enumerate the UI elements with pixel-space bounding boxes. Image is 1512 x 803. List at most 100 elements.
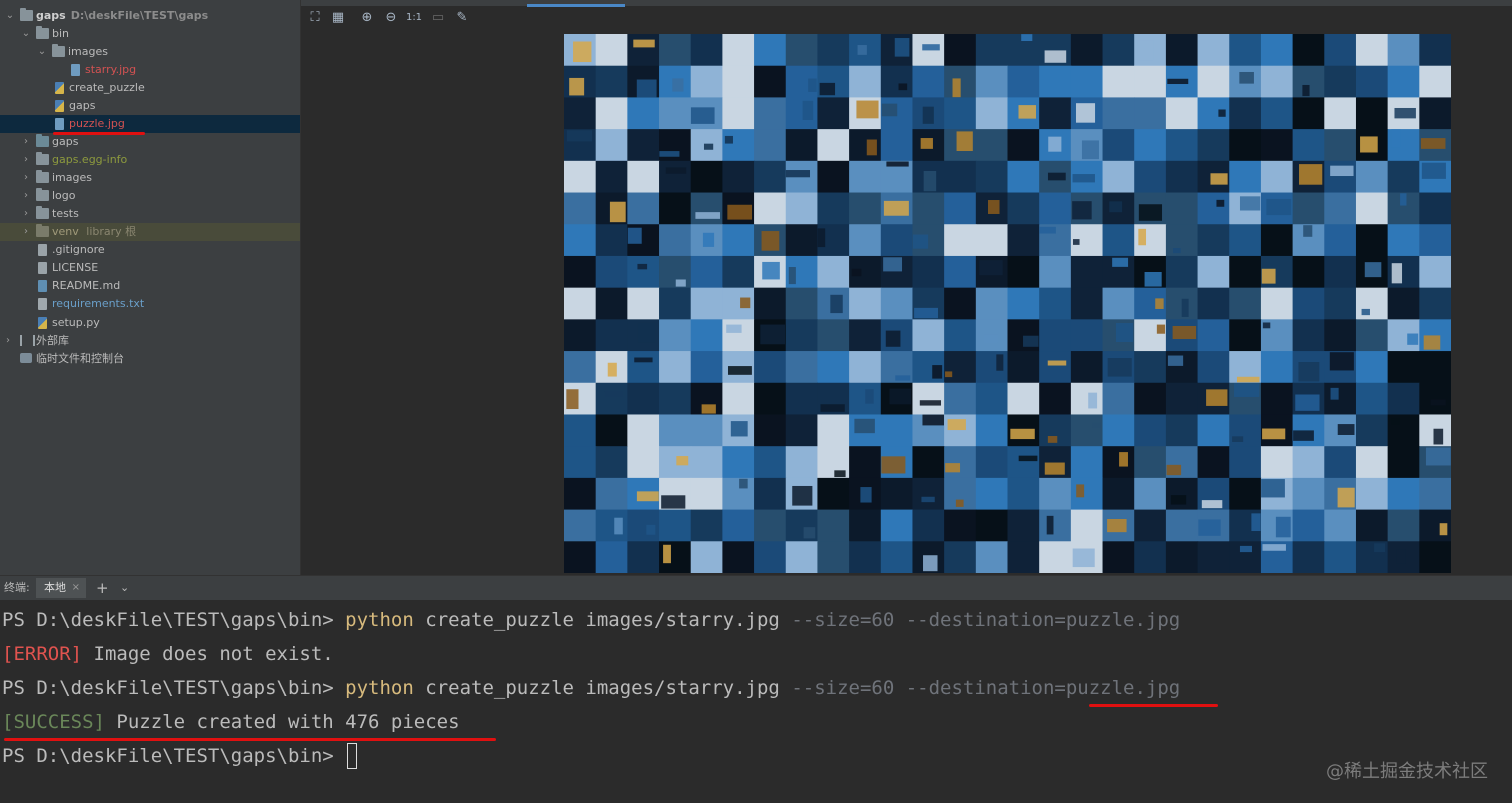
puzzle-piece <box>1165 129 1199 162</box>
puzzle-piece <box>1260 160 1294 194</box>
chevron-right-icon[interactable]: › <box>20 205 32 223</box>
puzzle-piece-detail <box>695 212 720 219</box>
annotation-underline <box>4 738 496 741</box>
puzzle-piece <box>627 287 660 320</box>
puzzle-piece <box>722 97 755 130</box>
puzzle-piece <box>1007 287 1040 320</box>
tree-item-setup-py[interactable]: setup.py <box>0 314 300 332</box>
terminal-output[interactable]: PS D:\deskFile\TEST\gaps\bin> python cre… <box>0 600 1512 803</box>
puzzle-piece <box>1134 319 1167 352</box>
tree-item-logo[interactable]: › logo <box>0 187 300 205</box>
puzzle-piece-detail <box>1421 162 1446 179</box>
tree-item-external-libraries[interactable]: › 外部库 <box>0 332 300 350</box>
puzzle-piece <box>595 65 628 99</box>
puzzle-piece <box>722 541 755 573</box>
puzzle-piece <box>690 351 723 384</box>
puzzle-piece <box>1070 509 1104 542</box>
puzzle-piece <box>722 509 755 542</box>
tree-item-images[interactable]: › images <box>0 169 300 187</box>
puzzle-piece-detail <box>956 131 973 152</box>
chevron-down-icon[interactable]: ⌄ <box>4 7 16 25</box>
text-file-icon <box>38 244 47 256</box>
chevron-right-icon[interactable]: › <box>20 187 32 205</box>
puzzle-piece-detail <box>881 456 906 474</box>
chevron-down-icon[interactable]: ⌄ <box>20 25 32 43</box>
tree-item-readme[interactable]: README.md <box>0 277 300 295</box>
tree-item-label: gaps <box>69 99 96 112</box>
tree-item-egg-info[interactable]: › gaps.egg-info <box>0 151 300 169</box>
zoom-out-icon[interactable]: ⊖ <box>382 8 400 28</box>
chevron-right-icon[interactable]: › <box>20 169 32 187</box>
color-picker-icon[interactable]: ✎ <box>453 8 471 28</box>
puzzle-piece <box>659 255 692 289</box>
puzzle-piece <box>785 34 819 67</box>
fit-to-window-icon[interactable]: ⛶ <box>306 8 324 28</box>
zoom-in-icon[interactable]: ⊕ <box>358 8 376 28</box>
folder-icon <box>36 152 49 165</box>
tree-item-starry-jpg[interactable]: starry.jpg <box>0 61 300 79</box>
puzzle-piece <box>1229 129 1262 162</box>
puzzle-piece <box>1387 287 1420 320</box>
tree-item-license[interactable]: LICENSE <box>0 259 300 277</box>
puzzle-piece-detail <box>1261 268 1276 284</box>
chevron-right-icon[interactable]: › <box>2 332 14 350</box>
chevron-down-icon[interactable]: ⌄ <box>36 43 48 61</box>
puzzle-piece-detail <box>1361 308 1370 316</box>
tree-item-gitignore[interactable]: .gitignore <box>0 241 300 259</box>
background-icon[interactable]: ▭ <box>429 8 447 28</box>
puzzle-piece-detail <box>1046 515 1054 535</box>
puzzle-piece-detail <box>1299 164 1323 185</box>
puzzle-piece <box>1292 477 1325 511</box>
tree-item-bin-images[interactable]: ⌄ images <box>0 43 300 61</box>
tree-item-create-puzzle[interactable]: create_puzzle <box>0 79 300 97</box>
tree-item-tests[interactable]: › tests <box>0 205 300 223</box>
terminal-options: --size=60 --destination=puzzle.jpg <box>791 609 1181 631</box>
tree-item-label: .gitignore <box>52 243 105 256</box>
tree-item-venv[interactable]: › venv library 根 <box>0 223 300 241</box>
tree-item-label: images <box>52 171 92 184</box>
actual-size-icon[interactable]: 1:1 <box>405 8 423 28</box>
puzzle-piece-detail <box>898 83 908 91</box>
puzzle-piece <box>1102 477 1135 511</box>
puzzle-piece-detail <box>1275 516 1291 538</box>
terminal-tab-local[interactable]: 本地 × <box>36 578 86 598</box>
puzzle-piece-detail <box>1167 355 1184 366</box>
tree-item-label: 外部库 <box>36 334 69 347</box>
add-terminal-icon[interactable]: + <box>96 576 109 600</box>
close-icon[interactable]: × <box>72 578 80 598</box>
chevron-down-icon[interactable]: ⌄ <box>120 576 129 600</box>
tree-item-requirements[interactable]: requirements.txt <box>0 295 300 313</box>
puzzle-piece <box>1039 351 1072 384</box>
tree-item-puzzle-jpg[interactable]: puzzle.jpg <box>0 115 300 133</box>
puzzle-piece <box>1387 34 1420 67</box>
tree-item-bin[interactable]: ⌄ bin <box>0 25 300 43</box>
puzzle-piece-detail <box>955 499 964 507</box>
puzzle-piece <box>722 255 755 289</box>
puzzle-piece <box>754 129 787 162</box>
grid-icon[interactable]: ▦ <box>329 8 347 28</box>
chevron-right-icon[interactable]: › <box>20 151 32 169</box>
puzzle-piece-detail <box>1047 360 1067 366</box>
puzzle-piece <box>1292 446 1325 479</box>
folder-icon <box>36 224 49 237</box>
puzzle-piece <box>1102 65 1135 99</box>
puzzle-piece-detail <box>1107 518 1127 533</box>
chevron-right-icon[interactable]: › <box>20 133 32 151</box>
puzzle-piece-detail <box>665 167 687 174</box>
puzzle-piece-detail <box>854 418 875 434</box>
puzzle-piece <box>1070 287 1104 320</box>
tree-item-gaps-root[interactable]: ⌄ gaps D:\deskFile\TEST\gaps <box>0 7 300 25</box>
puzzle-piece-detail <box>923 555 938 572</box>
puzzle-piece <box>595 382 628 416</box>
puzzle-piece <box>1292 192 1325 225</box>
tree-item-gaps-package[interactable]: › gaps <box>0 133 300 151</box>
puzzle-piece <box>1197 34 1230 67</box>
puzzle-piece-detail <box>945 463 961 473</box>
puzzle-piece <box>1355 319 1389 352</box>
puzzle-piece-detail <box>914 307 938 319</box>
tree-item-gaps-script[interactable]: gaps <box>0 97 300 115</box>
puzzle-piece <box>1165 255 1199 289</box>
chevron-right-icon[interactable]: › <box>20 223 32 241</box>
puzzle-piece-detail <box>881 103 898 117</box>
tree-item-scratches[interactable]: 临时文件和控制台 <box>0 350 300 368</box>
